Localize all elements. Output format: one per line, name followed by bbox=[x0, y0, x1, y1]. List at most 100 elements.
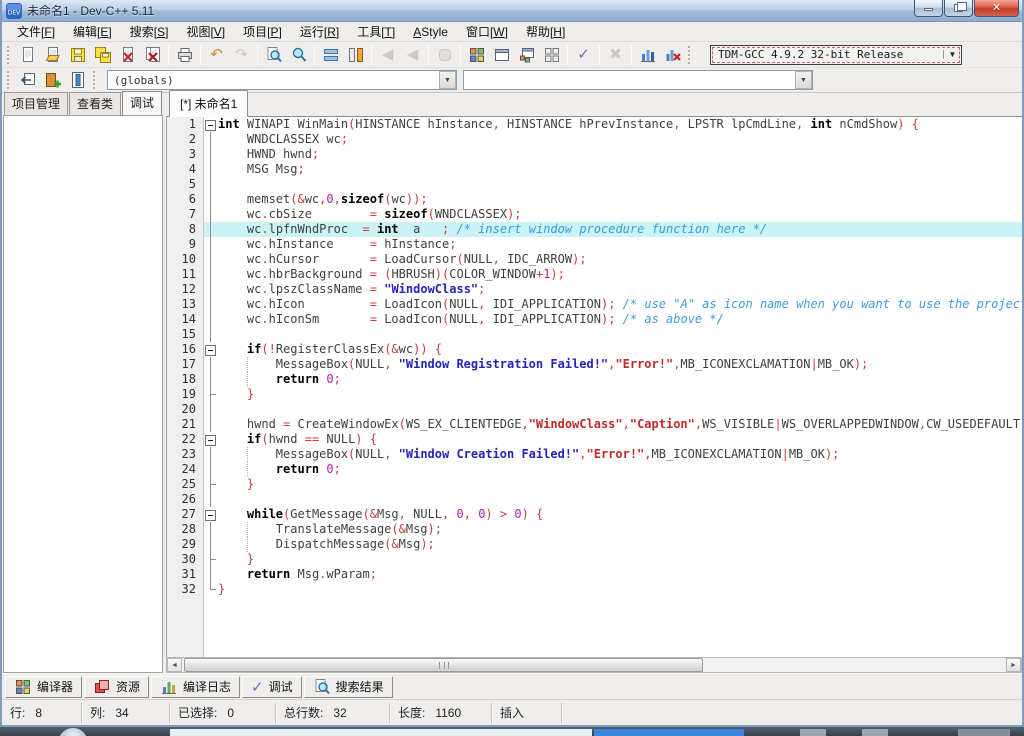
code-line-22[interactable]: 22 if(hwnd == NULL) { bbox=[167, 432, 1022, 447]
scrollbar-thumb[interactable] bbox=[184, 658, 703, 672]
chevron-down-icon[interactable]: ▼ bbox=[943, 50, 961, 59]
replace-button[interactable] bbox=[343, 43, 368, 66]
code-line-31[interactable]: 31 return Msg.wParam; bbox=[167, 567, 1022, 582]
code-line-16[interactable]: 16 if(!RegisterClassEx(&wc)) { bbox=[167, 342, 1022, 357]
report-tab-4[interactable]: 搜索结果 bbox=[304, 676, 393, 698]
code-line-1[interactable]: 1int WINAPI WinMain(HINSTANCE hInstance,… bbox=[167, 117, 1022, 132]
open-file-button[interactable] bbox=[40, 43, 65, 66]
save-all-button[interactable] bbox=[90, 43, 115, 66]
start-orb[interactable] bbox=[58, 728, 88, 736]
find-next-button[interactable] bbox=[286, 43, 311, 66]
code-line-17[interactable]: 17 MessageBox(NULL, "Window Registration… bbox=[167, 357, 1022, 372]
code-line-25[interactable]: 25 } bbox=[167, 477, 1022, 492]
code-line-24[interactable]: 24 return 0; bbox=[167, 462, 1022, 477]
taskbar-button[interactable] bbox=[862, 729, 888, 736]
taskbar-button[interactable] bbox=[170, 729, 592, 736]
undo-button[interactable]: ↶ bbox=[204, 43, 229, 66]
code-line-5[interactable]: 5 bbox=[167, 177, 1022, 192]
code-line-11[interactable]: 11 wc.hbrBackground = (HBRUSH)(COLOR_WIN… bbox=[167, 267, 1022, 282]
code-line-15[interactable]: 15 bbox=[167, 327, 1022, 342]
add-file-button[interactable] bbox=[40, 69, 65, 92]
restore-button[interactable] bbox=[944, 0, 973, 17]
print-button[interactable] bbox=[172, 43, 197, 66]
code-line-19[interactable]: 19 } bbox=[167, 387, 1022, 402]
code-line-23[interactable]: 23 MessageBox(NULL, "Window Creation Fai… bbox=[167, 447, 1022, 462]
code-line-18[interactable]: 18 return 0; bbox=[167, 372, 1022, 387]
save-button[interactable] bbox=[65, 43, 90, 66]
code-line-6[interactable]: 6 memset(&wc,0,sizeof(wc)); bbox=[167, 192, 1022, 207]
globals-combo[interactable]: (globals) ▼ bbox=[107, 70, 457, 90]
code-line-30[interactable]: 30 } bbox=[167, 552, 1022, 567]
scroll-right-icon[interactable]: ► bbox=[1006, 658, 1021, 672]
taskbar-button[interactable] bbox=[800, 729, 826, 736]
menu-item-W[interactable]: 窗口[W] bbox=[457, 21, 517, 42]
find-button[interactable] bbox=[261, 43, 286, 66]
report-tab-3[interactable]: ✓调试 bbox=[242, 676, 302, 698]
rebuild-button[interactable] bbox=[539, 43, 564, 66]
menu-item-T[interactable]: 工具[T] bbox=[348, 21, 404, 42]
code-line-13[interactable]: 13 wc.hIcon = LoadIcon(NULL, IDI_APPLICA… bbox=[167, 297, 1022, 312]
taskbar-button[interactable] bbox=[958, 729, 1010, 736]
profile-button[interactable] bbox=[635, 43, 660, 66]
scroll-left-icon[interactable]: ◄ bbox=[167, 658, 182, 672]
code-line-9[interactable]: 9 wc.hInstance = hInstance; bbox=[167, 237, 1022, 252]
run-button[interactable] bbox=[489, 43, 514, 66]
code-line-10[interactable]: 10 wc.hCursor = LoadCursor(NULL, IDC_ARR… bbox=[167, 252, 1022, 267]
compile-run-button[interactable] bbox=[514, 43, 539, 66]
menu-item-A[interactable]: AStyle bbox=[404, 23, 457, 41]
chevron-down-icon[interactable]: ▼ bbox=[795, 71, 812, 89]
code-line-14[interactable]: 14 wc.hIconSm = LoadIcon(NULL, IDI_APPLI… bbox=[167, 312, 1022, 327]
profile-delete-button[interactable] bbox=[660, 43, 685, 66]
code-line-3[interactable]: 3 HWND hwnd; bbox=[167, 147, 1022, 162]
windows-taskbar[interactable] bbox=[0, 727, 1024, 736]
toolbar-grip[interactable] bbox=[93, 71, 98, 89]
left-tab-0[interactable]: 项目管理 bbox=[4, 92, 68, 115]
fold-collapse-icon[interactable] bbox=[204, 507, 218, 522]
new-unit-button[interactable] bbox=[15, 69, 40, 92]
horizontal-scrollbar[interactable]: ◄ ► bbox=[166, 657, 1022, 673]
code-line-20[interactable]: 20 bbox=[167, 402, 1022, 417]
menu-item-H[interactable]: 帮助[H] bbox=[517, 21, 574, 42]
goto-line-button[interactable] bbox=[318, 43, 343, 66]
toolbar-grip[interactable] bbox=[7, 71, 12, 89]
left-tab-1[interactable]: 查看类 bbox=[69, 92, 121, 115]
left-tab-2[interactable]: 调试 bbox=[122, 91, 162, 115]
minimize-button[interactable] bbox=[914, 0, 943, 17]
close-all-button[interactable] bbox=[140, 43, 165, 66]
chevron-down-icon[interactable]: ▼ bbox=[439, 71, 456, 89]
menu-item-F[interactable]: 文件[F] bbox=[8, 21, 64, 42]
remove-file-button[interactable] bbox=[65, 69, 90, 92]
code-line-8[interactable]: 8 wc.lpfnWndProc = int a ; /* insert win… bbox=[167, 222, 1022, 237]
code-line-21[interactable]: 21 hwnd = CreateWindowEx(WS_EX_CLIENTEDG… bbox=[167, 417, 1022, 432]
new-file-button[interactable] bbox=[15, 43, 40, 66]
menu-item-P[interactable]: 项目[P] bbox=[234, 21, 291, 42]
code-line-2[interactable]: 2 WNDCLASSEX wc; bbox=[167, 132, 1022, 147]
fold-collapse-icon[interactable] bbox=[204, 432, 218, 447]
close-button[interactable]: ✕ bbox=[974, 0, 1019, 17]
menu-item-R[interactable]: 运行[R] bbox=[291, 21, 348, 42]
scrollbar-track[interactable] bbox=[182, 658, 1006, 672]
syntax-check-button[interactable]: ✓ bbox=[571, 43, 596, 66]
code-line-7[interactable]: 7 wc.cbSize = sizeof(WNDCLASSEX); bbox=[167, 207, 1022, 222]
menu-item-S[interactable]: 搜索[S] bbox=[121, 21, 178, 42]
code-line-28[interactable]: 28 TranslateMessage(&Msg); bbox=[167, 522, 1022, 537]
fold-collapse-icon[interactable] bbox=[204, 117, 218, 132]
fold-collapse-icon[interactable] bbox=[204, 342, 218, 357]
code-line-29[interactable]: 29 DispatchMessage(&Msg); bbox=[167, 537, 1022, 552]
taskbar-button-active[interactable] bbox=[594, 729, 744, 736]
code-line-4[interactable]: 4 MSG Msg; bbox=[167, 162, 1022, 177]
toolbar-grip[interactable] bbox=[7, 46, 12, 64]
left-panel-body[interactable] bbox=[3, 115, 163, 673]
report-tab-1[interactable]: 资源 bbox=[84, 676, 149, 698]
close-file-button[interactable] bbox=[115, 43, 140, 66]
members-combo[interactable]: ▼ bbox=[463, 70, 813, 90]
menu-item-V[interactable]: 视图[V] bbox=[177, 21, 234, 42]
code-editor[interactable]: 1int WINAPI WinMain(HINSTANCE hInstance,… bbox=[166, 117, 1022, 657]
editor-tab-unnamed1[interactable]: [*] 未命名1 bbox=[169, 90, 248, 117]
report-tab-2[interactable]: 编译日志 bbox=[151, 676, 240, 698]
menu-item-E[interactable]: 编辑[E] bbox=[64, 21, 121, 42]
code-line-12[interactable]: 12 wc.lpszClassName = "WindowClass"; bbox=[167, 282, 1022, 297]
code-line-26[interactable]: 26 bbox=[167, 492, 1022, 507]
code-line-27[interactable]: 27 while(GetMessage(&Msg, NULL, 0, 0) > … bbox=[167, 507, 1022, 522]
code-line-32[interactable]: 32} bbox=[167, 582, 1022, 597]
